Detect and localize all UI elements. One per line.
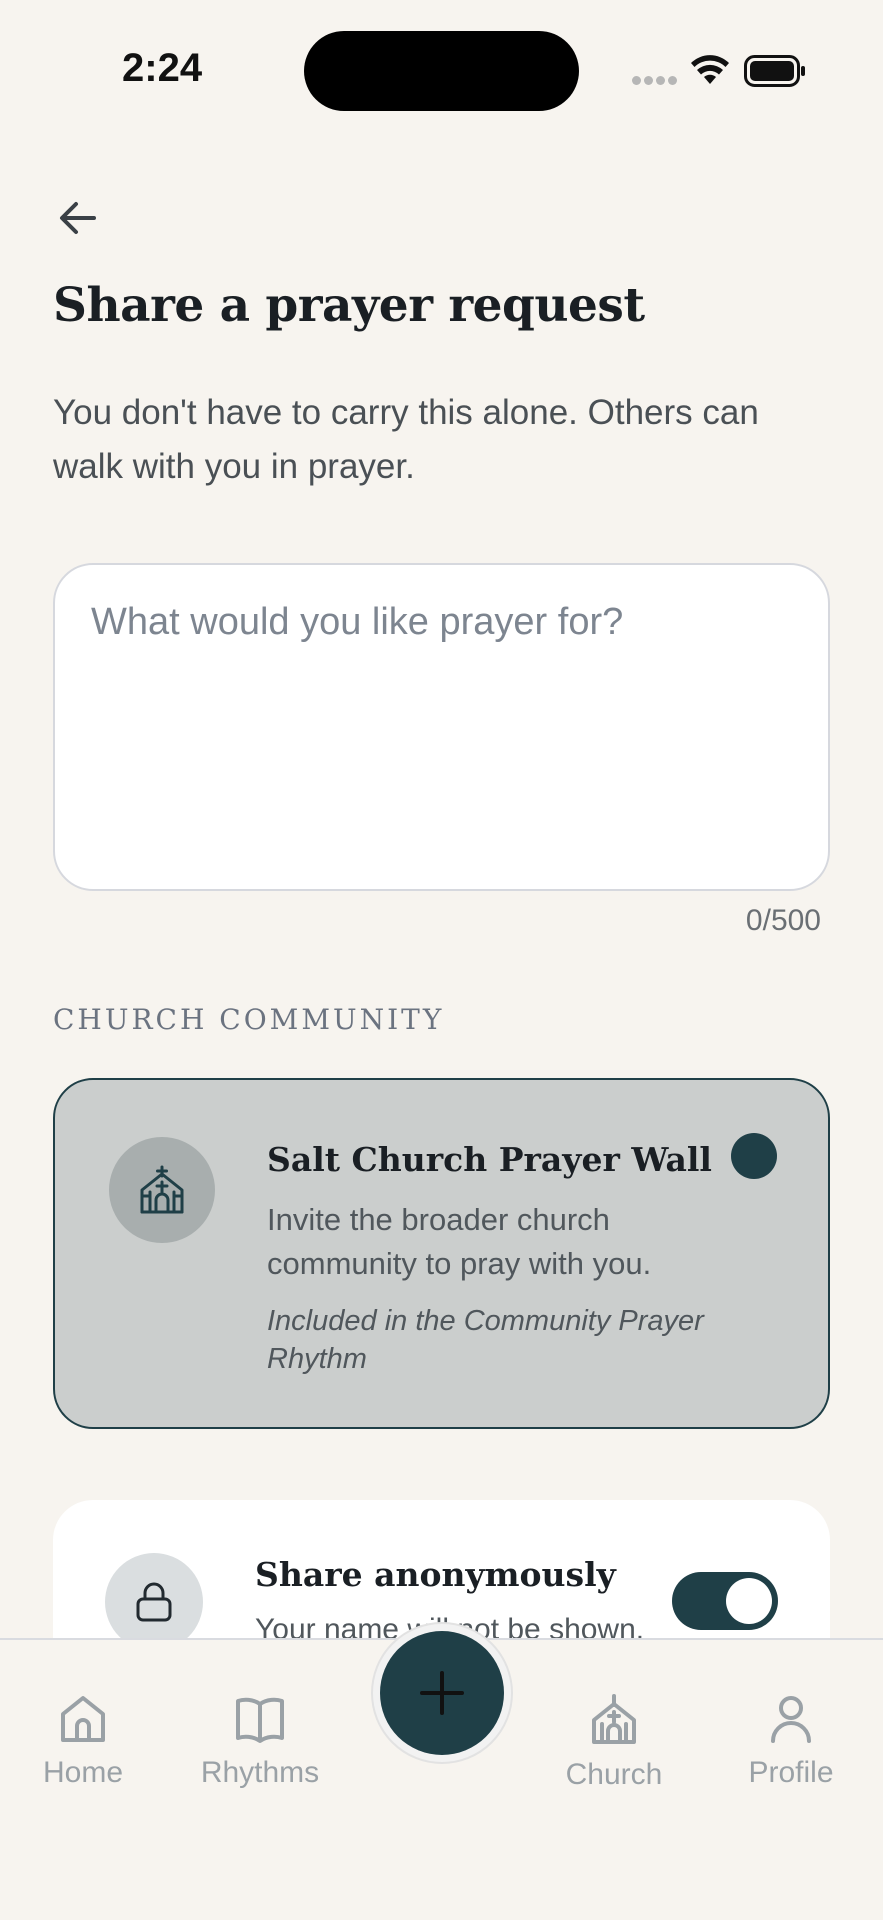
- church-icon-badge: [109, 1137, 215, 1243]
- church-icon: [592, 1694, 636, 1744]
- book-icon: [236, 1697, 284, 1743]
- prayer-request-input[interactable]: [53, 563, 830, 891]
- character-counter: 0/500: [745, 904, 821, 937]
- battery-icon: [744, 55, 805, 87]
- anonymous-toggle[interactable]: [672, 1572, 778, 1630]
- toggle-knob: [726, 1578, 772, 1624]
- church-option-title: Salt Church Prayer Wall: [267, 1140, 712, 1179]
- plus-icon: [420, 1671, 464, 1715]
- lock-icon-badge: [105, 1553, 203, 1651]
- church-option-note: Included in the Community Prayer Rhythm: [267, 1305, 704, 1375]
- tab-rhythms[interactable]: Rhythms: [185, 1694, 335, 1790]
- status-bar: 2:24: [0, 0, 883, 130]
- home-icon: [61, 1696, 105, 1742]
- section-heading: CHURCH COMMUNITY: [53, 1003, 445, 1036]
- status-time: 2:24: [122, 46, 203, 90]
- add-prayer-button[interactable]: [371, 1622, 513, 1764]
- dynamic-island: [304, 31, 579, 111]
- tab-home-label: Home: [42, 1756, 124, 1789]
- page-title: Share a prayer request: [53, 278, 645, 333]
- lock-icon: [136, 1582, 172, 1622]
- church-prayer-wall-option[interactable]: Salt Church Prayer Wall Invite the broad…: [53, 1078, 830, 1429]
- church-icon: [140, 1165, 184, 1214]
- church-option-description: Invite the broader church community to p…: [267, 1202, 652, 1281]
- wifi-icon: [691, 55, 729, 84]
- tab-home[interactable]: Home: [8, 1694, 158, 1790]
- tab-church[interactable]: Church: [539, 1694, 689, 1792]
- selected-radio-indicator[interactable]: [731, 1133, 777, 1179]
- tab-rhythms-label: Rhythms: [200, 1756, 320, 1789]
- add-prayer-button-fill: [380, 1631, 504, 1755]
- person-icon: [771, 1696, 811, 1743]
- anonymous-option-title: Share anonymously: [255, 1555, 616, 1594]
- tab-profile-label: Profile: [748, 1756, 834, 1789]
- page-subtitle: You don't have to carry this alone. Othe…: [53, 393, 759, 486]
- tab-profile[interactable]: Profile: [716, 1694, 866, 1790]
- tab-church-label: Church: [565, 1758, 663, 1791]
- arrow-left-icon: [60, 202, 96, 234]
- cellular-signal-icon: [632, 76, 678, 86]
- back-button[interactable]: [50, 190, 106, 246]
